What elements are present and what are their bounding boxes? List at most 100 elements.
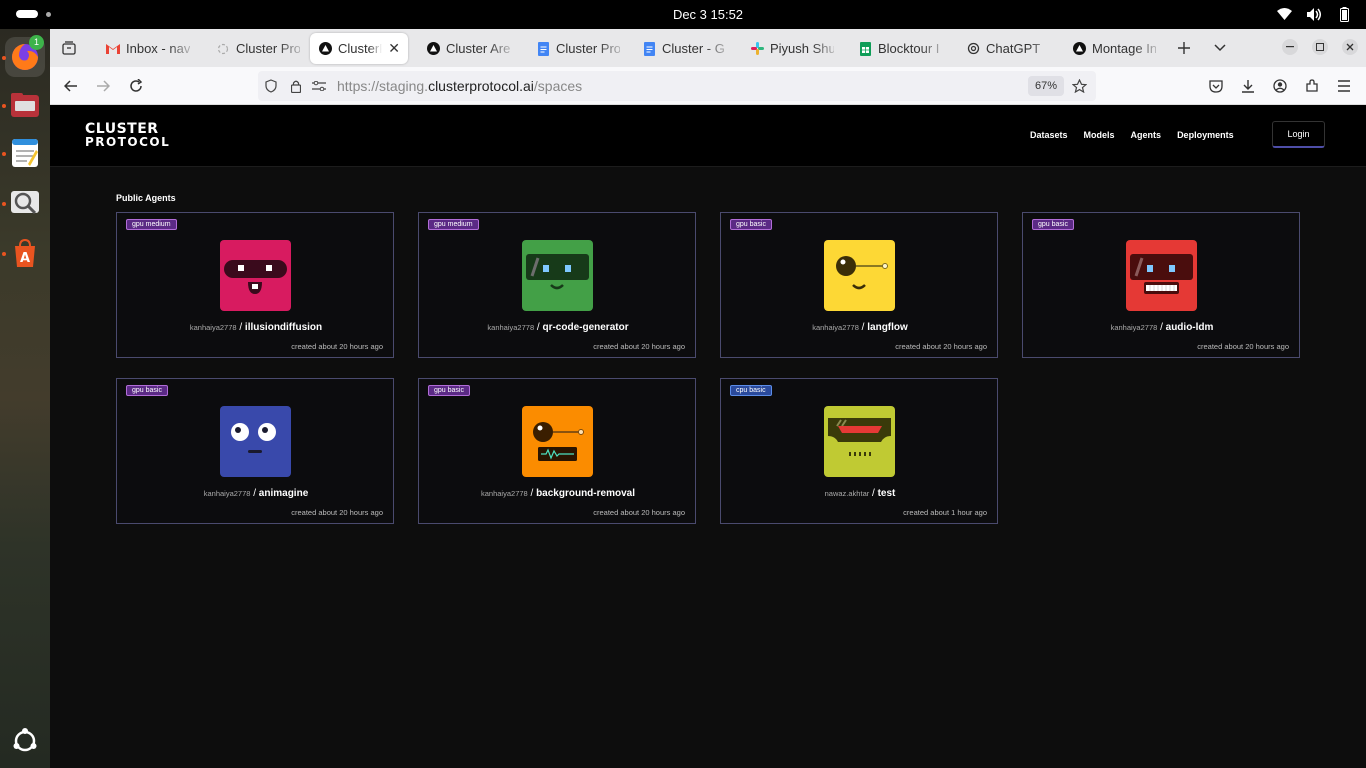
created-time: created about 20 hours ago [895,342,987,351]
lock-icon[interactable] [287,77,305,95]
tab-label: Cluster Pro [236,41,300,56]
extensions-icon[interactable] [1303,77,1321,95]
agent-owner: kanhaiya2778 [487,323,535,332]
pocket-icon[interactable] [1207,77,1225,95]
clock[interactable]: Dec 3 15:52 [0,7,1366,22]
nav-agents[interactable]: Agents [1131,130,1162,140]
agent-card-illusiondiffusion[interactable]: gpu medium kanhaiya2778 / illusiondiffus… [116,212,394,358]
agent-name: langflow [867,322,908,333]
agent-owner: kanhaiya2778 [1110,323,1158,332]
robot-avatar-icon [522,406,593,477]
agent-title[interactable]: kanhaiya2778 / qr-code-generator [419,322,697,333]
shield-icon[interactable] [262,77,280,95]
robot-avatar-icon [220,406,291,477]
tab-cluster-g[interactable]: Cluster - G [634,33,734,64]
tab-bar: Inbox - nav Cluster Pro ClusterP ✕ Clust… [50,29,1366,67]
tab-label: Montage In [1092,41,1156,56]
tab-cluster-arena[interactable]: Cluster Are [418,33,518,64]
hardware-badge: gpu basic [126,385,168,396]
files-icon[interactable] [5,85,45,125]
tab-label: Inbox - nav [126,41,190,56]
cluster-protocol-logo[interactable]: CLUSTER PROTOCOL [85,122,171,149]
agent-card-background-removal[interactable]: gpu basic kanhaiya2778 / background-remo… [418,378,696,524]
tab-label: Cluster Pro [556,41,620,56]
forward-icon[interactable] [94,77,112,95]
nav-models[interactable]: Models [1084,130,1115,140]
agent-name: background-removal [536,488,635,499]
agent-card-langflow[interactable]: gpu basic kanhaiya2778 / langflow create… [720,212,998,358]
notification-badge: 1 [29,35,44,50]
hardware-badge: cpu basic [730,385,772,396]
tab-list-chevron-icon[interactable] [1211,39,1229,57]
robot-avatar-icon [1126,240,1197,311]
tab-overview-icon[interactable] [60,39,78,57]
zoom-indicator[interactable]: 67% [1028,76,1064,96]
tab-label: ClusterP [338,41,382,56]
tab-cluster-doc[interactable]: Cluster Pro [528,33,628,64]
system-tray[interactable] [1276,6,1352,22]
hardware-badge: gpu basic [730,219,772,230]
tab-label: Cluster Are [446,41,510,56]
created-time: created about 1 hour ago [903,508,987,517]
tab-cluster-active[interactable]: ClusterP ✕ [310,33,408,64]
bookmark-star-icon[interactable] [1070,77,1088,95]
agent-title[interactable]: kanhaiya2778 / background-removal [419,488,697,499]
reload-icon[interactable] [127,77,145,95]
agent-title[interactable]: kanhaiya2778 / illusiondiffusion [117,322,395,333]
show-apps-icon[interactable] [5,721,45,761]
site-header: CLUSTER PROTOCOL Datasets Models Agents … [50,105,1366,167]
browser-window: Inbox - nav Cluster Pro ClusterP ✕ Clust… [50,29,1366,768]
new-tab-icon[interactable] [1175,39,1193,57]
agent-title[interactable]: kanhaiya2778 / langflow [721,322,999,333]
agent-card-audio-ldm[interactable]: gpu basic kanhaiya2778 / audio-ldm creat… [1022,212,1300,358]
tab-montage[interactable]: Montage In [1064,33,1164,64]
url-text: https://staging.clusterprotocol.ai/space… [337,78,583,94]
close-window-icon[interactable] [1342,39,1358,55]
volume-icon[interactable] [1306,6,1322,22]
logo-line-2: PROTOCOL [85,135,171,149]
firefox-icon[interactable]: 1 [5,35,45,77]
app-center-icon[interactable]: A [5,233,45,273]
web-page: CLUSTER PROTOCOL Datasets Models Agents … [50,105,1366,768]
tab-label: ChatGPT [986,41,1041,56]
image-viewer-icon[interactable] [5,183,45,223]
wifi-icon[interactable] [1276,6,1292,22]
nav-deployments[interactable]: Deployments [1177,130,1234,140]
agent-title[interactable]: kanhaiya2778 / animagine [117,488,395,499]
battery-icon[interactable] [1336,6,1352,22]
maximize-icon[interactable] [1312,39,1328,55]
menu-icon[interactable] [1335,77,1353,95]
agent-card-animagine[interactable]: gpu basic kanhaiya2778 / animagine creat… [116,378,394,524]
agent-card-test[interactable]: cpu basic nawaz.akhtar / test created ab… [720,378,998,524]
gmail-icon [106,42,120,56]
back-icon[interactable] [62,77,80,95]
tab-blocktour[interactable]: Blocktour I [850,33,950,64]
tab-cluster-pro[interactable]: Cluster Pro [208,33,308,64]
login-button[interactable]: Login [1272,121,1325,148]
dock: 1 A [0,29,50,768]
address-bar[interactable]: https://staging.clusterprotocol.ai/space… [258,71,1096,101]
site-nav: Datasets Models Agents Deployments [1030,130,1250,140]
hardware-badge: gpu medium [126,219,177,230]
nav-datasets[interactable]: Datasets [1030,130,1068,140]
text-editor-icon[interactable] [5,133,45,173]
downloads-icon[interactable] [1239,77,1257,95]
tab-slack[interactable]: Piyush Shu [742,33,842,64]
tab-inbox[interactable]: Inbox - nav [98,33,198,64]
permissions-icon[interactable] [310,77,328,95]
created-time: created about 20 hours ago [593,342,685,351]
svg-text:A: A [20,251,30,266]
docs-icon [642,41,656,56]
agent-name: audio-ldm [1165,322,1214,333]
account-icon[interactable] [1271,77,1289,95]
sheets-icon [858,41,872,56]
agent-card-qr-code-generator[interactable]: gpu medium kanhaiya2778 / qr-code-genera… [418,212,696,358]
agent-name: illusiondiffusion [244,322,323,333]
agent-title[interactable]: nawaz.akhtar / test [721,488,999,499]
minimize-icon[interactable] [1282,39,1298,55]
system-top-bar: Dec 3 15:52 [0,0,1366,29]
close-tab-icon[interactable]: ✕ [388,40,400,57]
tab-chatgpt[interactable]: ChatGPT [958,33,1058,64]
agent-title[interactable]: kanhaiya2778 / audio-ldm [1023,322,1301,333]
created-time: created about 20 hours ago [1197,342,1289,351]
